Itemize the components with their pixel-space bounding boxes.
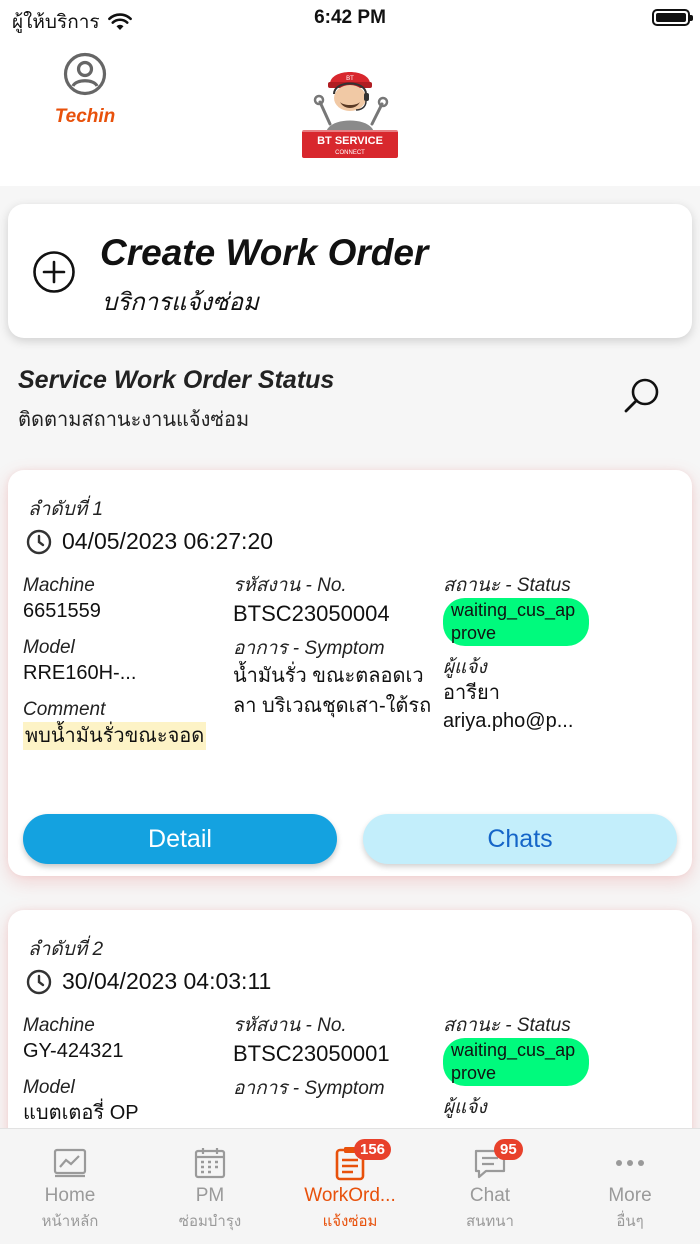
model-label: Model [23, 637, 75, 658]
tab-chat[interactable]: 95 Chat สนทนา [420, 1129, 560, 1244]
work-no-value: BTSC23050001 [233, 1041, 390, 1066]
machine-column: Machine 6651559 Model RRE160H-... Commen… [23, 574, 223, 750]
tab-home[interactable]: Home หน้าหลัก [0, 1129, 140, 1244]
work-no-label: รหัสงาน - No. [233, 575, 347, 596]
chat-icon-wrap: 95 [472, 1139, 523, 1181]
reporter-label: ผู้แจ้ง [443, 657, 487, 678]
tab-more[interactable]: More อื่นๆ [560, 1129, 700, 1244]
bt-service-logo: BT BT SERVICE CONNECT [302, 72, 398, 158]
comment-value: พบน้ำมันรั่วขณะจอด [23, 722, 207, 750]
logo-text: BT SERVICE [317, 135, 383, 147]
user-profile-icon [63, 52, 107, 96]
create-work-order-title: Create Work Order [100, 232, 429, 273]
profile-button[interactable]: Techin [50, 52, 120, 128]
status-badge: waiting_cus_approve [443, 1038, 589, 1086]
order-datetime: 30/04/2023 04:03:11 [62, 968, 272, 994]
calendar-icon [194, 1148, 226, 1179]
clock-icon [26, 529, 52, 554]
machine-value: GY-424321 [23, 1040, 124, 1062]
reporter-name: อารียา [443, 682, 500, 704]
model-label: Model [23, 1077, 75, 1098]
create-work-order-subtitle: บริการแจ้งซ่อม [102, 289, 259, 316]
status-column: สถานะ - Status waiting_cus_approve ผู้แจ… [443, 1014, 653, 1120]
tab-workorder[interactable]: 156 WorkOrd... แจ้งซ่อม [280, 1129, 420, 1244]
battery-icon [652, 9, 693, 26]
tab-pm-sublabel: ซ่อมบำรุง [178, 1213, 242, 1230]
work-no-label: รหัสงาน - No. [233, 1015, 347, 1036]
work-no-column: รหัสงาน - No. BTSC23050001 อาการ - Sympt… [233, 1014, 433, 1101]
search-icon[interactable] [618, 372, 666, 420]
tab-chat-label: Chat [469, 1185, 511, 1206]
create-work-order-card[interactable]: Create Work Order บริการแจ้งซ่อม [8, 204, 692, 338]
clock-icon [26, 969, 52, 994]
profile-name: Techin [54, 106, 116, 127]
clipboard-icon-wrap: 156 [332, 1139, 392, 1181]
status-bar: ผู้ให้บริการ 6:42 PM [0, 0, 700, 36]
status-label: สถานะ - Status [443, 1015, 571, 1036]
app-header: Techin BT BT SERVICE CONNECT [0, 36, 700, 186]
status-badge: waiting_cus_approve [443, 598, 589, 646]
machine-value: 6651559 [23, 600, 101, 622]
reporter-email: ariya.pho@p... [443, 710, 574, 732]
tab-more-sublabel: อื่นๆ [616, 1213, 644, 1230]
work-no-column: รหัสงาน - No. BTSC23050004 อาการ - Sympt… [233, 574, 433, 733]
reporter-label: ผู้แจ้ง [443, 1097, 487, 1118]
symptom-label: อาการ - Symptom [233, 1078, 385, 1099]
status-label: สถานะ - Status [443, 575, 571, 596]
symptom-value: น้ำมันรั่ว ขณะตลอดเวลา บริเวณชุดเสา-ใต้ร… [233, 665, 432, 717]
home-chart-icon [53, 1148, 87, 1178]
work-order-card: ลำดับที่ 1 04/05/2023 06:27:20 Machine 6… [8, 470, 692, 876]
tab-workorder-sublabel: แจ้งซ่อม [322, 1213, 378, 1230]
status-column: สถานะ - Status waiting_cus_approve ผู้แจ… [443, 574, 653, 746]
tab-workorder-label: WorkOrd... [304, 1185, 396, 1206]
tab-home-label: Home [44, 1185, 96, 1206]
workorder-badge: 156 [354, 1139, 392, 1160]
order-datetime-row: 04/05/2023 06:27:20 [26, 528, 273, 555]
machine-label: Machine [23, 1015, 95, 1036]
machine-label: Machine [23, 575, 95, 596]
symptom-label: อาการ - Symptom [233, 638, 385, 659]
bottom-tab-bar: Home หน้าหลัก PM ซ่อมบำรุง 156 WorkOrd..… [0, 1128, 700, 1244]
work-no-value: BTSC23050004 [233, 601, 390, 626]
more-dots-icon [616, 1160, 644, 1166]
section-title: Service Work Order Status [18, 366, 335, 394]
model-value: RRE160H-... [23, 662, 137, 684]
logo-subtext: CONNECT [335, 150, 365, 156]
tab-pm-label: PM [195, 1185, 225, 1206]
add-circle-icon [33, 251, 75, 293]
chat-badge: 95 [494, 1139, 523, 1160]
status-time: 6:42 PM [314, 7, 386, 28]
order-datetime-row: 30/04/2023 04:03:11 [26, 968, 271, 995]
tab-pm[interactable]: PM ซ่อมบำรุง [140, 1129, 280, 1244]
order-sequence: ลำดับที่ 2 [28, 939, 104, 960]
detail-button[interactable]: Detail [23, 814, 337, 864]
order-datetime: 04/05/2023 06:27:20 [62, 528, 274, 554]
chats-button[interactable]: Chats [363, 814, 677, 864]
section-subtitle: ติดตามสถานะงานแจ้งซ่อม [18, 409, 250, 431]
model-value: แบตเตอรี่ OP [23, 1102, 139, 1124]
tab-more-label: More [608, 1185, 652, 1206]
comment-label: Comment [23, 699, 106, 720]
tab-chat-sublabel: สนทนา [466, 1213, 514, 1230]
logo-mark: BT [346, 76, 354, 82]
machine-column: Machine GY-424321 Model แบตเตอรี่ OP [23, 1014, 223, 1138]
order-sequence: ลำดับที่ 1 [28, 499, 104, 520]
tab-home-sublabel: หน้าหลัก [41, 1213, 99, 1230]
